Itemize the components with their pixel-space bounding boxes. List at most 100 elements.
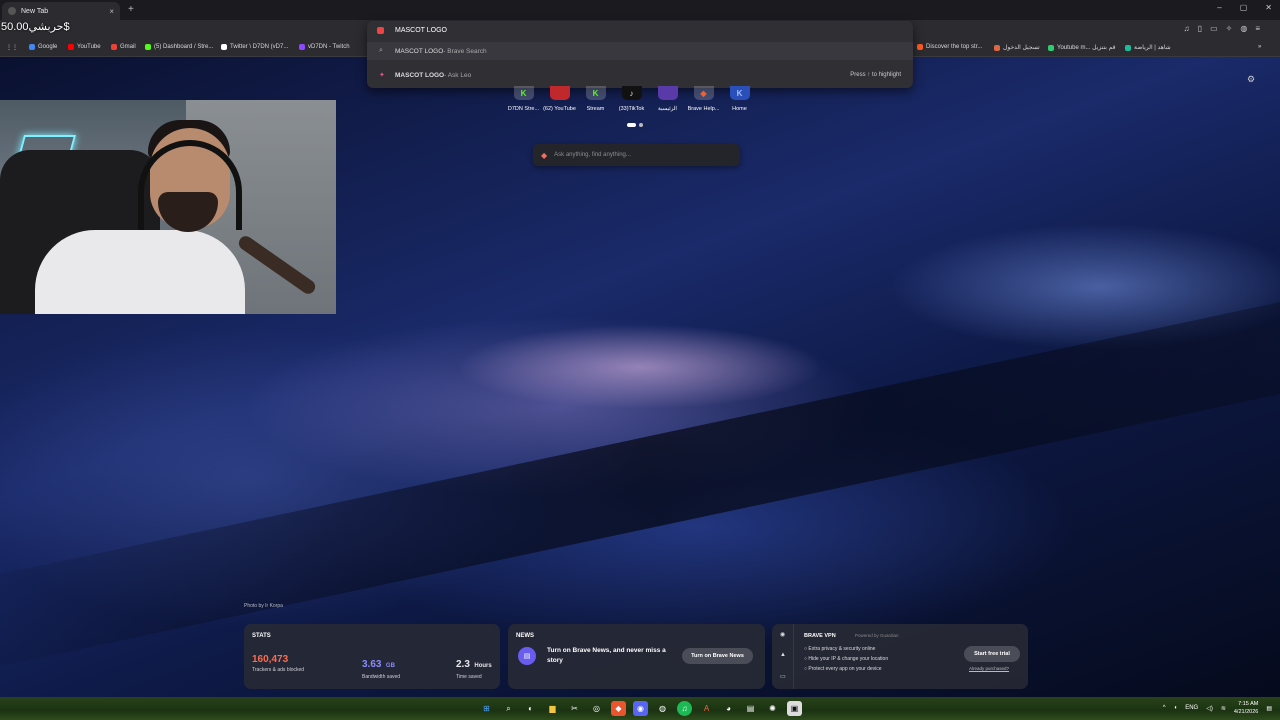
close-window-button[interactable]: ✕ — [1265, 3, 1272, 12]
steam-icon[interactable]: ◕ — [721, 701, 736, 716]
more-bookmarks-icon[interactable]: » — [1258, 44, 1261, 50]
tab-strip: New Tab × + – ▢ ✕ — [0, 0, 1280, 20]
taskbar: ⊞ ⌕ ◐ ▆ ✂ ◎ ◆ ◉ ◍ ♫ A ◕ ▤ ✺ ▣ ^ ◖ ENG ◁)… — [0, 697, 1280, 720]
bookmark-twitch[interactable]: vD7DN - Twitch — [299, 44, 350, 50]
donation-overlay: حربشي50.00$ — [1, 21, 70, 33]
taskbar-icons: ⊞ ⌕ ◐ ▆ ✂ ◎ ◆ ◉ ◍ ♫ A ◕ ▤ ✺ ▣ — [479, 701, 802, 716]
leo-icon[interactable]: ✧ — [1226, 24, 1233, 33]
top-site-stream[interactable]: K Stream — [582, 86, 609, 112]
language-indicator[interactable]: ENG — [1185, 705, 1198, 711]
vpn-title: BRAVE VPN — [804, 633, 836, 639]
google-icon — [29, 44, 35, 50]
stats-card: STATS 160,473 Trackers & ads blocked 3.6… — [244, 624, 500, 689]
site-icon — [657, 86, 678, 100]
kick-icon: K — [729, 86, 750, 100]
app-icon[interactable]: ▣ — [787, 701, 802, 716]
menu-icon[interactable]: ≡ — [1255, 24, 1260, 33]
discord-icon[interactable]: ◉ — [633, 701, 648, 716]
site-icon — [1048, 44, 1054, 51]
news-card: NEWS ▤ Turn on Brave News, and never mis… — [508, 624, 765, 689]
brave-shield-icon — [8, 7, 16, 15]
highlight-hint: Press ↑ to highlight — [850, 72, 901, 78]
site-icon — [1125, 44, 1131, 51]
app-icon[interactable]: ◍ — [655, 701, 670, 716]
app-icon[interactable]: ✺ — [765, 701, 780, 716]
cards-tab-icon[interactable]: ▭ — [780, 673, 786, 680]
gear-icon[interactable]: ⚙ — [1247, 74, 1255, 85]
brave-icon — [377, 26, 384, 34]
top-sites: K D7DN Stre... (62) YouTube K Stream ♪ (33)… — [508, 86, 753, 112]
top-sites-pager[interactable] — [627, 123, 643, 127]
bookmark-kick-dashboard[interactable]: (5) Dashboard / Stre... — [145, 44, 213, 50]
tab-new-tab[interactable]: New Tab × — [2, 2, 120, 20]
vpn-powered-by: Powered by Guardian — [855, 633, 899, 638]
top-site-d7dn-stream[interactable]: K D7DN Stre... — [508, 86, 539, 112]
already-purchased-link[interactable]: Already purchased? — [969, 666, 1009, 671]
top-site-brave-help[interactable]: ◆ Brave Help... — [688, 86, 719, 112]
twitch-icon — [299, 44, 305, 50]
clock[interactable]: 7:15 AM 4/21/2026 — [1234, 700, 1258, 716]
media-icon[interactable]: ♫ — [1184, 24, 1190, 33]
bookmark-shahid[interactable]: شاهد | الرياضة — [1125, 44, 1171, 51]
stat-time: 2.3 Hours Time saved — [456, 659, 492, 680]
wifi-icon[interactable]: ≋ — [1221, 705, 1226, 712]
app-icon[interactable]: A — [699, 701, 714, 716]
kick-icon: K — [585, 86, 606, 100]
leo-search-box[interactable]: ◆ Ask anything, find anything... — [533, 144, 740, 166]
mic-icon[interactable]: ◖ — [1174, 705, 1178, 711]
rewards-tab-icon[interactable]: ▲ — [780, 652, 786, 658]
top-site-youtube[interactable]: (62) YouTube — [543, 86, 576, 112]
top-site-home-arabic[interactable]: الرئيسية — [654, 86, 681, 112]
search-icon[interactable]: ⌕ — [501, 701, 516, 716]
brave-icon[interactable]: ◆ — [611, 701, 626, 716]
suggestion-ask-leo[interactable]: ✦ MASCOT LOGO - Ask Leo Press ↑ to highl… — [367, 66, 913, 84]
toolbar-extensions: ♫ ▯ ▭ ✧ ◍ ≡ — [1184, 24, 1260, 33]
bookmark-discover[interactable]: Discover the top str... — [917, 44, 982, 50]
sidebar-icon[interactable]: ▯ — [1198, 24, 1202, 33]
youtube-icon — [68, 44, 74, 50]
photo-credit[interactable]: Photo by Ir Korpa — [244, 603, 283, 609]
site-icon — [917, 44, 923, 50]
capcut-icon[interactable]: ✂ — [567, 701, 582, 716]
webcam-person-body — [35, 230, 245, 314]
system-tray: ^ ◖ ENG ◁) ≋ 7:15 AM 4/21/2026 ▤ — [1163, 700, 1272, 716]
apps-icon[interactable]: ⋮⋮ — [6, 44, 18, 51]
chevron-up-icon[interactable]: ^ — [1163, 705, 1166, 711]
turn-on-news-button[interactable]: Turn on Brave News — [682, 648, 753, 664]
top-site-tiktok[interactable]: ♪ (33)TikTok — [618, 86, 645, 112]
wallet-icon[interactable]: ▭ — [1210, 24, 1218, 33]
new-tab-button[interactable]: + — [128, 4, 134, 15]
tab-close-icon[interactable]: × — [109, 7, 114, 16]
bookmark-login[interactable]: تسجيل الدخول — [994, 44, 1040, 51]
site-icon — [994, 44, 1000, 51]
card-switcher: ◉ ▲ ▭ — [772, 624, 794, 689]
vpn-icon[interactable]: ◍ — [1240, 24, 1247, 33]
top-site-home[interactable]: K Home — [726, 86, 753, 112]
start-free-trial-button[interactable]: Start free trial — [964, 646, 1020, 662]
spotify-icon[interactable]: ♫ — [677, 701, 692, 716]
pager-dot-active[interactable] — [627, 123, 636, 127]
vpn-tab-icon[interactable]: ◉ — [780, 631, 785, 638]
obs-icon[interactable]: ◎ — [589, 701, 604, 716]
bookmark-youtube-download[interactable]: Youtube m... قم بتنزيل — [1048, 44, 1115, 51]
maximize-button[interactable]: ▢ — [1240, 3, 1248, 12]
suggestion-brave-search[interactable]: ⌕ MASCOT LOGO - Brave Search — [367, 42, 913, 60]
brave-search-icon: ◆ — [541, 150, 548, 160]
windows-start-icon[interactable]: ⊞ — [479, 701, 494, 716]
vpn-card: ◉ ▲ ▭ BRAVE VPN Powered by Guardian ○ Ex… — [772, 624, 1028, 689]
bookmark-gmail[interactable]: Gmail — [111, 44, 136, 50]
copilot-icon[interactable]: ◐ — [523, 701, 538, 716]
vpn-feature: ○ Hide your IP & change your location — [804, 656, 889, 662]
speaker-icon[interactable]: ◁) — [1206, 705, 1213, 712]
bookmark-twitter[interactable]: Twitter \ D7DN (vD7... — [221, 44, 288, 50]
bookmark-google[interactable]: Google — [29, 44, 57, 50]
address-bar[interactable]: MASCOT LOGO — [367, 21, 913, 39]
pager-dot[interactable] — [639, 123, 643, 127]
file-explorer-icon[interactable]: ▆ — [545, 701, 560, 716]
bookmark-youtube[interactable]: YouTube — [68, 44, 101, 50]
notification-icon[interactable]: ▤ — [1266, 705, 1272, 712]
app-icon[interactable]: ▤ — [743, 701, 758, 716]
minimize-button[interactable]: – — [1217, 3, 1221, 12]
search-icon: ⌕ — [379, 47, 383, 54]
tab-title: New Tab — [21, 7, 49, 15]
